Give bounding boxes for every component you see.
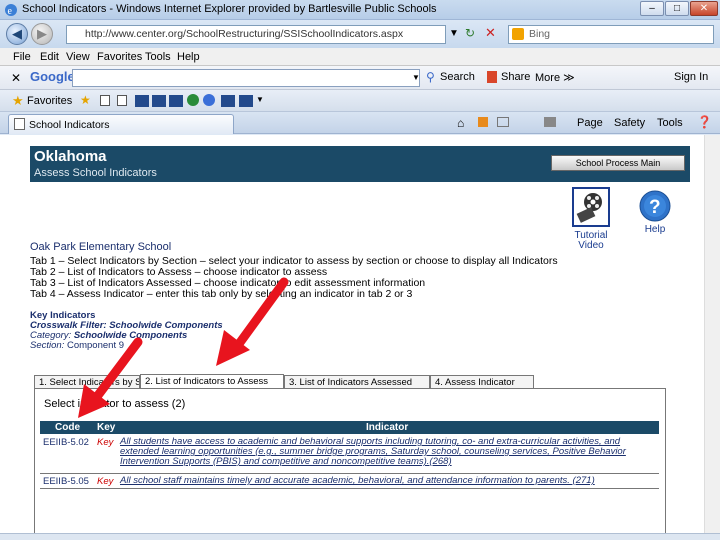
red-arrow-to-tab	[216, 277, 289, 366]
annotation-arrows	[78, 277, 289, 418]
red-arrow-to-code	[78, 337, 143, 418]
status-bar	[0, 533, 720, 540]
